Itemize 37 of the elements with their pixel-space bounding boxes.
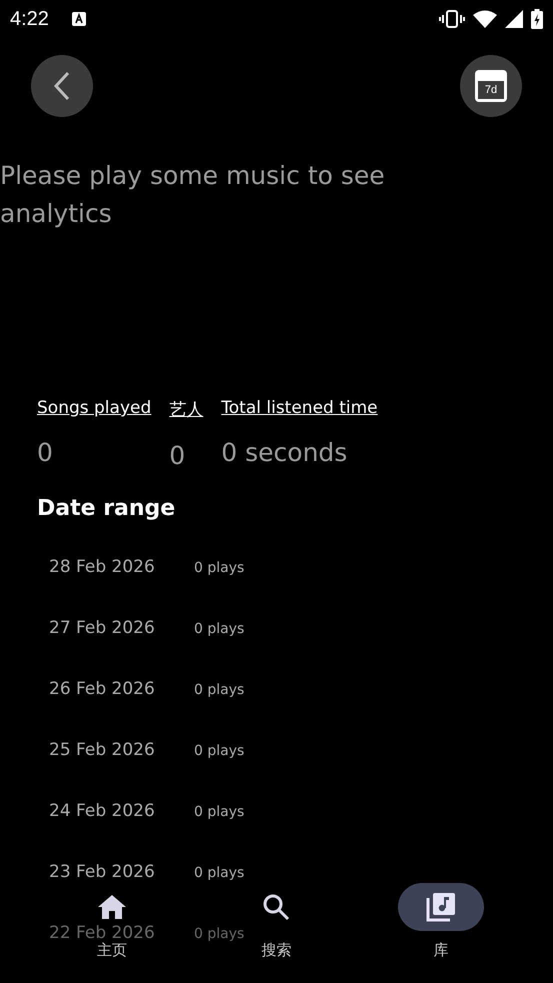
stat-label[interactable]: 艺人 [169, 398, 204, 421]
date-range-button[interactable]: 7d [460, 55, 522, 117]
stat-value: 0 [169, 443, 186, 468]
date-label: 28 Feb 2026 [49, 559, 156, 576]
date-label: 26 Feb 2026 [49, 681, 156, 698]
nav-label[interactable]: 库 [433, 943, 448, 958]
stat-label[interactable]: Songs played [37, 398, 152, 418]
date-label: 25 Feb 2026 [49, 742, 156, 759]
nav-tab[interactable] [398, 883, 484, 931]
signal-icon [505, 10, 523, 28]
nav-label[interactable]: 搜索 [261, 943, 292, 958]
search-icon [262, 893, 290, 921]
play-count: 0 plays [194, 804, 244, 820]
play-count: 0 plays [194, 682, 244, 698]
home-icon [97, 893, 128, 921]
battery-icon [531, 9, 543, 29]
app-notification-icon [70, 11, 87, 27]
date-label: 22 Feb 2026 [49, 925, 156, 942]
date-label: 23 Feb 2026 [49, 864, 156, 881]
date-label: 24 Feb 2026 [49, 803, 156, 820]
empty-message: Please play some music to see analytics [0, 160, 386, 230]
date-label: 27 Feb 2026 [49, 620, 156, 637]
play-count: 0 plays [194, 926, 244, 942]
stat-value: 0 seconds [221, 440, 348, 465]
stat-label[interactable]: Total listened time [221, 398, 378, 418]
play-count: 0 plays [194, 864, 244, 880]
nav-label[interactable]: 主页 [97, 943, 128, 958]
play-count: 0 plays [194, 560, 244, 576]
play-count: 0 plays [194, 742, 244, 758]
chevron-left-icon [52, 70, 72, 102]
vibrate-icon [439, 9, 465, 29]
stat-value: 0 [37, 440, 54, 465]
wifi-icon [473, 10, 497, 28]
section-title: Date range [37, 496, 176, 521]
play-count: 0 plays [194, 620, 244, 636]
music-library-icon [424, 891, 457, 923]
status-time: 4:22 [10, 8, 49, 30]
